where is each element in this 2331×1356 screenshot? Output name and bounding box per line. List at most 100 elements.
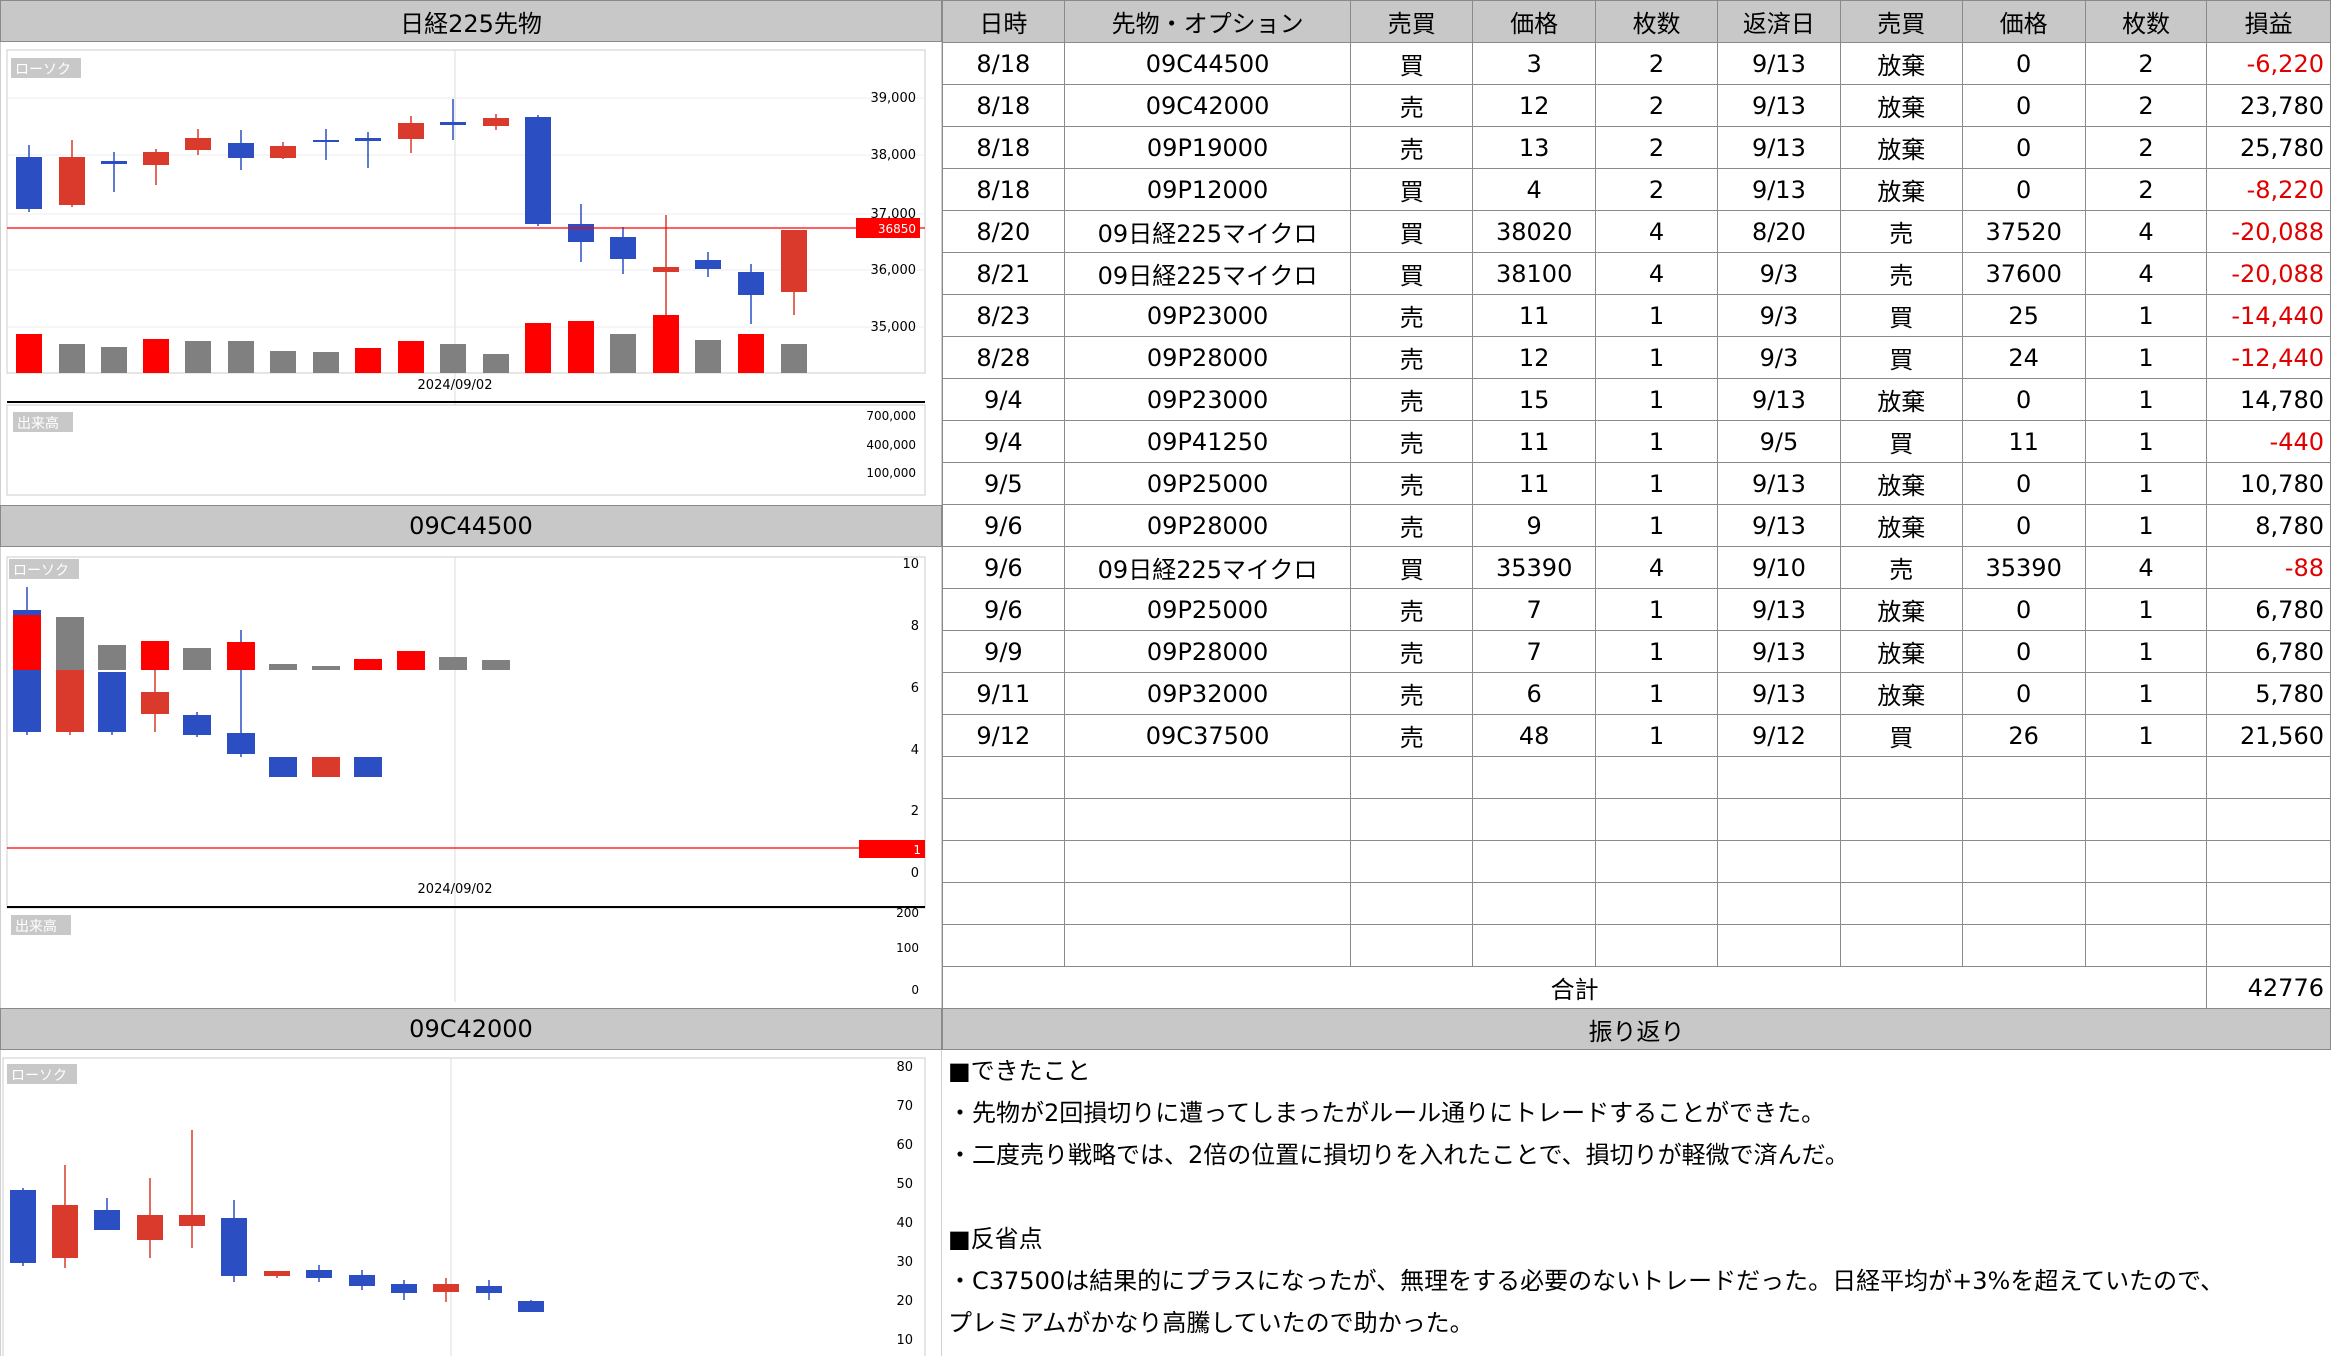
table-cell[interactable]: [1595, 756, 1718, 799]
table-cell[interactable]: [942, 798, 1065, 841]
table-cell[interactable]: [1839, 882, 1963, 925]
c44500-chart[interactable]: ローソク 1 10 8 6 4 2 0 2024/09/02 出来高 200 1…: [1, 547, 941, 1008]
review-body: ■できたこと ・先物が2回損切りに遭ってしまったがルール通りにトレードすることがで…: [942, 1050, 2331, 1356]
table-cell[interactable]: [1961, 924, 2086, 967]
volume-bar: [610, 334, 636, 373]
table-cell: 9/3: [1716, 252, 1841, 295]
table-cell: 09P32000: [1063, 672, 1352, 715]
table-cell[interactable]: [2206, 882, 2331, 925]
date-label: 2024/09/02: [418, 882, 493, 897]
c44500-panel-title: 09C44500: [0, 505, 942, 547]
col-header-date: 日時: [942, 0, 1065, 43]
table-cell[interactable]: [1716, 756, 1841, 799]
table-cell[interactable]: [942, 924, 1065, 967]
table-cell: 2: [2084, 84, 2208, 127]
table-cell[interactable]: [1350, 840, 1474, 883]
table-cell[interactable]: [1063, 798, 1352, 841]
table-cell[interactable]: [1839, 756, 1963, 799]
table-cell: 8/23: [942, 294, 1065, 337]
table-cell: 48: [1472, 714, 1597, 757]
table-cell[interactable]: [1350, 756, 1474, 799]
table-cell: 放棄: [1839, 630, 1963, 673]
table-cell: 放棄: [1839, 462, 1963, 505]
table-cell: 9/13: [1716, 126, 1841, 169]
trade-table: 日時 先物・オプション 売買 価格 枚数 返済日 売買 価格 枚数 損益 8/1…: [941, 0, 2331, 1009]
price-tick: 8: [911, 619, 919, 634]
table-cell: 放棄: [1839, 84, 1963, 127]
table-cell[interactable]: [2206, 924, 2331, 967]
c44500-chart-panel: ローソク 1 10 8 6 4 2 0 2024/09/02 出来高 200 1…: [0, 547, 942, 1008]
table-cell[interactable]: [1716, 882, 1841, 925]
table-cell[interactable]: [1961, 756, 2086, 799]
table-cell[interactable]: [1595, 798, 1718, 841]
table-cell[interactable]: [1472, 756, 1597, 799]
table-cell[interactable]: [1839, 840, 1963, 883]
price-tick: 10: [902, 557, 919, 572]
volume-bar: [16, 334, 42, 373]
table-cell[interactable]: [1839, 924, 1963, 967]
table-cell[interactable]: [2206, 840, 2331, 883]
table-cell[interactable]: [1595, 840, 1718, 883]
candle-body: [525, 117, 551, 224]
table-cell[interactable]: [1472, 882, 1597, 925]
price-tick: 0: [911, 866, 919, 881]
table-cell[interactable]: [1350, 798, 1474, 841]
table-cell: 9/13: [1716, 672, 1841, 715]
table-cell[interactable]: [1472, 840, 1597, 883]
table-cell[interactable]: [1063, 840, 1352, 883]
table-cell: 売: [1839, 252, 1963, 295]
table-cell[interactable]: [1350, 882, 1474, 925]
table-cell[interactable]: [2206, 756, 2331, 799]
table-cell[interactable]: [942, 840, 1065, 883]
table-cell: 4: [1595, 252, 1718, 295]
table-cell: 1: [2084, 378, 2208, 421]
table-cell: 0: [1961, 672, 2086, 715]
volume-bar: [185, 341, 211, 373]
table-cell[interactable]: [1063, 924, 1352, 967]
table-cell: 1: [1595, 294, 1718, 337]
review-line: ・C37500は結果的にプラスになったが、無理をする必要のないトレードだった。日…: [948, 1267, 2225, 1295]
table-cell[interactable]: [2084, 756, 2208, 799]
table-cell[interactable]: [1472, 798, 1597, 841]
total-row: 合計 42776: [941, 966, 2331, 1009]
candle-body: [398, 123, 424, 139]
table-cell: 買: [1839, 714, 1963, 757]
table-cell[interactable]: [1716, 840, 1841, 883]
table-cell: 09P23000: [1063, 378, 1352, 421]
table-cell[interactable]: [942, 882, 1065, 925]
nikkei-chart[interactable]: ローソク 36850 39,000 38,000 37,000 36,000 3…: [1, 42, 941, 505]
table-cell: 売: [1839, 210, 1963, 253]
table-cell[interactable]: [1063, 882, 1352, 925]
table-cell[interactable]: [1716, 924, 1841, 967]
table-cell[interactable]: [2084, 882, 2208, 925]
table-cell[interactable]: [1961, 798, 2086, 841]
table-cell[interactable]: [1961, 882, 2086, 925]
table-cell[interactable]: [942, 756, 1065, 799]
table-cell[interactable]: [1472, 924, 1597, 967]
table-cell[interactable]: [1350, 924, 1474, 967]
table-cell[interactable]: [1839, 798, 1963, 841]
table-cell[interactable]: [2084, 798, 2208, 841]
c42000-chart[interactable]: ローソク 80 70 60 50 40 30 20 10: [1, 1050, 941, 1356]
table-cell[interactable]: [1961, 840, 2086, 883]
table-cell: 0: [1961, 126, 2086, 169]
table-cell[interactable]: [2084, 840, 2208, 883]
price-tick: 35,000: [871, 320, 917, 335]
table-cell[interactable]: [1595, 924, 1718, 967]
price-tick: 39,000: [871, 91, 917, 106]
table-cell: 11: [1472, 462, 1597, 505]
table-cell[interactable]: [1063, 756, 1352, 799]
candle-body: [269, 757, 297, 777]
table-cell[interactable]: [2084, 924, 2208, 967]
table-cell: 25,780: [2206, 126, 2331, 169]
volume-tick: 400,000: [866, 438, 916, 452]
table-cell[interactable]: [2206, 798, 2331, 841]
table-cell: 09P19000: [1063, 126, 1352, 169]
table-cell[interactable]: [1716, 798, 1841, 841]
empty-row: [942, 882, 2331, 925]
table-cell: 14,780: [2206, 378, 2331, 421]
table-cell[interactable]: [1595, 882, 1718, 925]
table-cell: 09日経225マイクロ: [1063, 210, 1352, 253]
candle-body: [433, 1284, 459, 1292]
candle-body: [185, 138, 211, 150]
